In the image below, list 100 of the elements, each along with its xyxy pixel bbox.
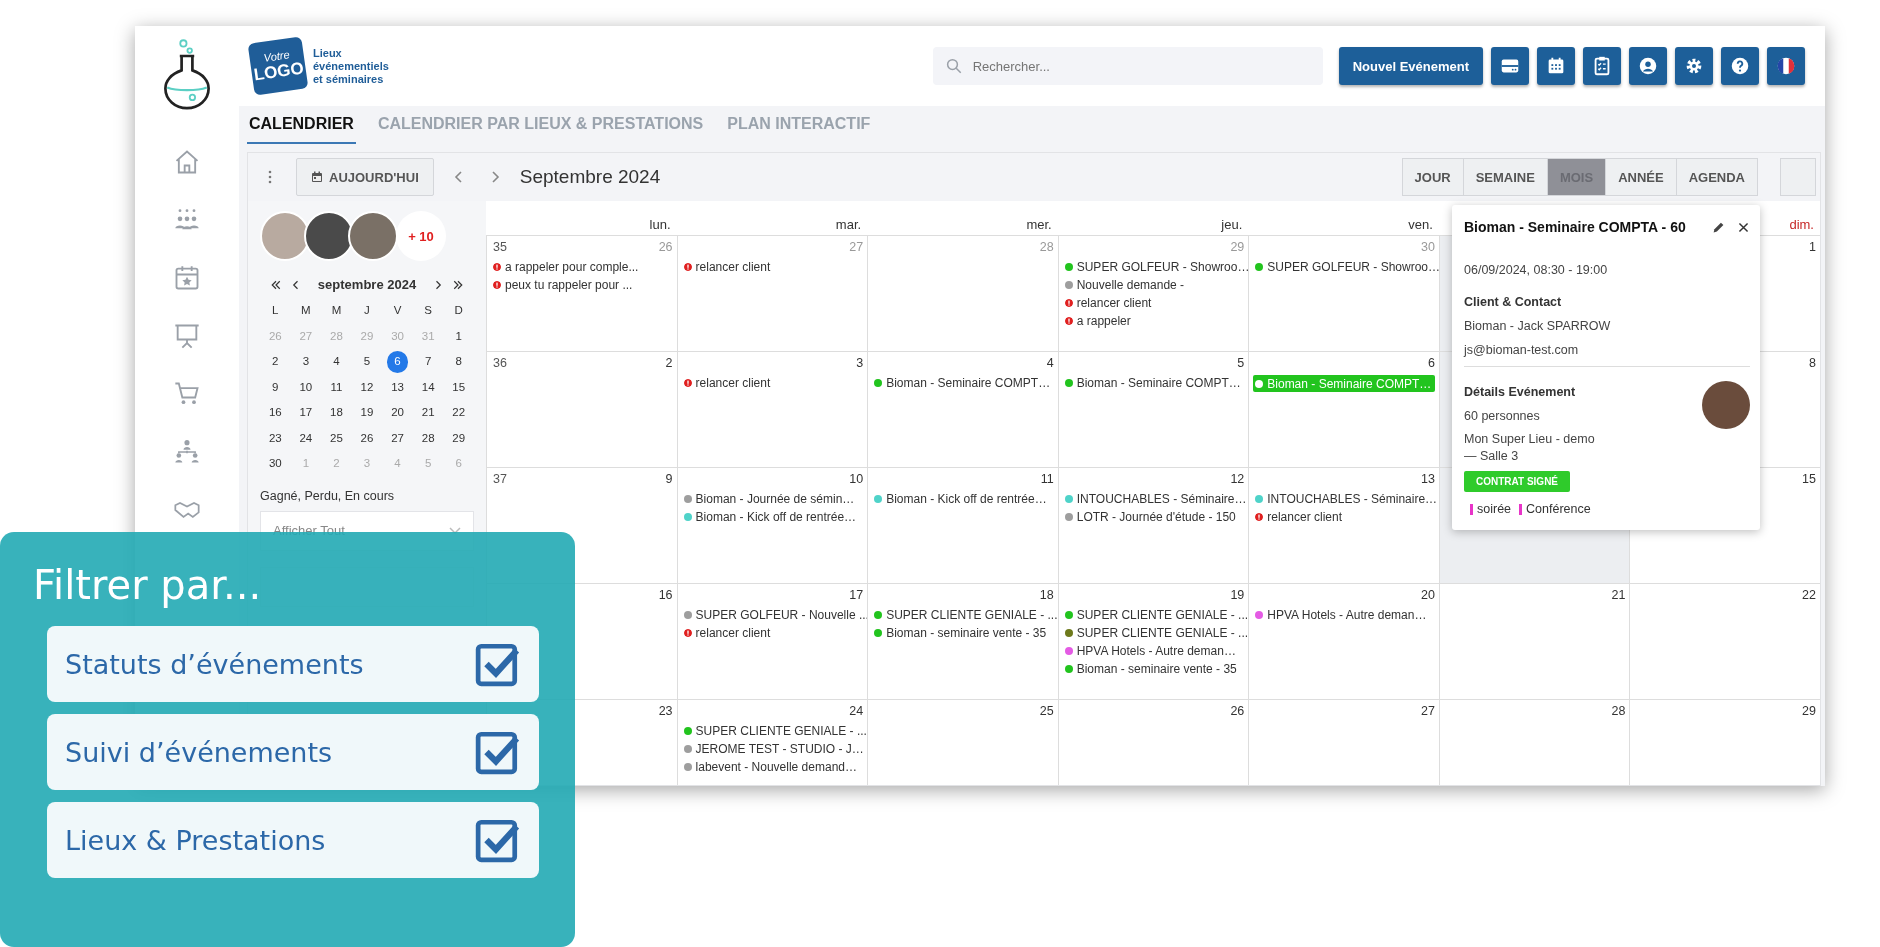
double-chevron-left-icon[interactable] [269, 278, 282, 291]
mini-calendar-day[interactable]: 13 [382, 376, 413, 398]
calendar-event[interactable]: relancer client [681, 375, 864, 390]
section-heading: Client & Contact [1464, 295, 1563, 309]
mini-calendar-day[interactable]: 20 [382, 402, 413, 424]
search-input[interactable]: Rechercher... [970, 57, 1311, 75]
user-icon[interactable] [1629, 47, 1667, 85]
mini-calendar-day[interactable]: 10 [290, 376, 322, 398]
close-icon[interactable] [1737, 220, 1750, 234]
mini-calendar-day[interactable]: 1 [443, 325, 474, 347]
filter-option[interactable]: Lieux & Prestations [47, 802, 539, 878]
edit-icon[interactable] [1712, 220, 1725, 234]
mini-calendar-day[interactable]: 11 [321, 376, 352, 398]
next-icon[interactable] [489, 169, 500, 185]
calendar-event[interactable]: Bioman - Seminaire COMPT… [872, 375, 1054, 390]
status-dot [1255, 379, 1264, 388]
more-options-icon[interactable] [268, 170, 272, 184]
help-icon[interactable] [1721, 47, 1759, 85]
calendar-event[interactable]: Bioman - seminaire vente - 35 [872, 625, 1054, 640]
presentation-board-icon[interactable] [173, 322, 201, 350]
filter-option[interactable]: Suivi d’événements [47, 714, 539, 790]
mini-calendar-day[interactable]: 25 [321, 427, 352, 449]
flag-icon[interactable] [1767, 47, 1805, 85]
mini-calendar-day[interactable]: 3 [290, 351, 322, 373]
calendar-event[interactable]: Bioman - Kick off de rentrée… [681, 509, 864, 524]
calendar-event[interactable]: JEROME TEST - STUDIO - J… [681, 741, 864, 756]
checkbox-icon[interactable] [475, 641, 521, 687]
calendar-event[interactable]: INTOUCHABLES - Séminaire… [1062, 491, 1245, 506]
mini-calendar-day[interactable]: 14 [412, 376, 444, 398]
calendar-event[interactable]: labevent - Nouvelle demand… [681, 759, 864, 774]
calendar-event[interactable]: INTOUCHABLES - Séminaire… [1253, 491, 1435, 506]
week-number: 35 [492, 240, 507, 256]
calendar-event[interactable]: Bioman - Journée de sémin… [681, 491, 864, 506]
mini-calendar-day[interactable]: 6 [386, 351, 409, 373]
home-icon[interactable] [173, 148, 201, 176]
mini-calendar-day[interactable]: 5 [351, 351, 383, 373]
mini-calendar-day[interactable]: 16 [260, 402, 291, 424]
mini-calendar-day[interactable]: 15 [443, 376, 474, 398]
mini-calendar-day[interactable]: 2 [260, 351, 291, 373]
view-button[interactable]: AGENDA [1675, 158, 1758, 196]
mini-calendar-day[interactable]: 8 [443, 351, 474, 373]
mini-calendar-day[interactable]: 7 [412, 351, 444, 373]
calendar-event[interactable]: Bioman - seminaire vente - 35 [1062, 661, 1245, 676]
day-number: 25 [1039, 704, 1054, 720]
calendar-icon[interactable] [1537, 47, 1575, 85]
calendar-event[interactable]: SUPER CLIENTE GENIALE - ... [1062, 607, 1245, 622]
mini-calendar-day[interactable]: 21 [412, 402, 444, 424]
card-icon[interactable] [1491, 47, 1529, 85]
calendar-event[interactable]: LOTR - Journée d'étude - 150 [1062, 509, 1245, 524]
today-button[interactable]: AUJOURD'HUI [296, 158, 434, 196]
clipboard-icon[interactable] [1583, 47, 1621, 85]
calendar-event[interactable]: relancer client [1062, 295, 1245, 310]
view-button[interactable]: JOUR [1401, 158, 1464, 196]
calendar-event[interactable]: peux tu rappeler pour ... [491, 277, 673, 292]
mini-calendar-day[interactable]: 19 [351, 402, 383, 424]
more-count[interactable]: + 10 [396, 211, 446, 261]
mini-calendar-day[interactable]: 22 [443, 402, 474, 424]
mini-calendar-day[interactable]: 26 [351, 427, 383, 449]
calendar-event[interactable]: a rappeler pour comple... [491, 259, 673, 274]
calendar-event[interactable]: relancer client [1253, 509, 1435, 524]
filter-option[interactable]: Statuts d’événements [47, 626, 539, 702]
double-chevron-right-icon[interactable] [452, 278, 465, 291]
mini-calendar-day[interactable]: 18 [321, 402, 352, 424]
mini-calendar-day[interactable]: 28 [412, 427, 444, 449]
search-field[interactable]: Rechercher... [932, 47, 1323, 85]
mini-calendar-day[interactable]: 30 [260, 453, 291, 475]
weekday-header: lun. [649, 217, 671, 232]
new-event-button[interactable]: Nouvel Evénement [1338, 47, 1483, 85]
mini-calendar-day[interactable]: 9 [260, 376, 291, 398]
calendar-event[interactable]: Bioman - Seminaire COMPT… [1062, 375, 1245, 390]
mini-calendar-day[interactable]: 17 [290, 402, 322, 424]
day-number: 26 [658, 240, 673, 256]
calendar-event[interactable]: Nouvelle demande - [1062, 277, 1245, 292]
mini-calendar-day[interactable]: 29 [443, 427, 474, 449]
settings-icon[interactable] [1675, 47, 1713, 85]
calendar-event[interactable]: SUPER CLIENTE GENIALE - ... [1062, 625, 1245, 640]
calendar-icon [311, 171, 323, 183]
checkbox-icon[interactable] [475, 729, 521, 775]
day-number: 27 [849, 240, 864, 256]
mini-calendar-day[interactable]: 24 [290, 427, 322, 449]
mini-calendar-day[interactable]: 23 [260, 427, 291, 449]
previous-icon[interactable] [453, 169, 464, 185]
mini-calendar-day[interactable]: 4 [321, 351, 352, 373]
day-number: 27 [1420, 704, 1435, 720]
view-button[interactable]: SEMAINE [1462, 158, 1548, 196]
calendar-event[interactable]: a rappeler [1062, 313, 1245, 328]
calendar-event[interactable]: Bioman - Kick off de rentrée… [872, 491, 1054, 506]
calendar-event[interactable]: relancer client [681, 259, 864, 274]
checkbox-icon[interactable] [475, 817, 521, 863]
org-chart-icon[interactable] [173, 438, 201, 466]
calendar-event[interactable]: HPVA Hotels - Autre deman… [1062, 643, 1245, 658]
calendar-event[interactable]: SUPER CLIENTE GENIALE - ... [681, 723, 864, 738]
calendar-event[interactable]: relancer client [681, 625, 864, 640]
mini-calendar-day[interactable]: 27 [382, 427, 413, 449]
tab[interactable]: CALENDRIER [247, 112, 356, 144]
view-button[interactable]: ANNÉE [1605, 158, 1677, 196]
alert-icon [683, 628, 692, 637]
mini-calendar-day[interactable]: 12 [351, 376, 383, 398]
calendar-event[interactable]: HPVA Hotels - Autre deman… [1253, 607, 1435, 622]
weekday-header: ven. [1408, 217, 1433, 232]
